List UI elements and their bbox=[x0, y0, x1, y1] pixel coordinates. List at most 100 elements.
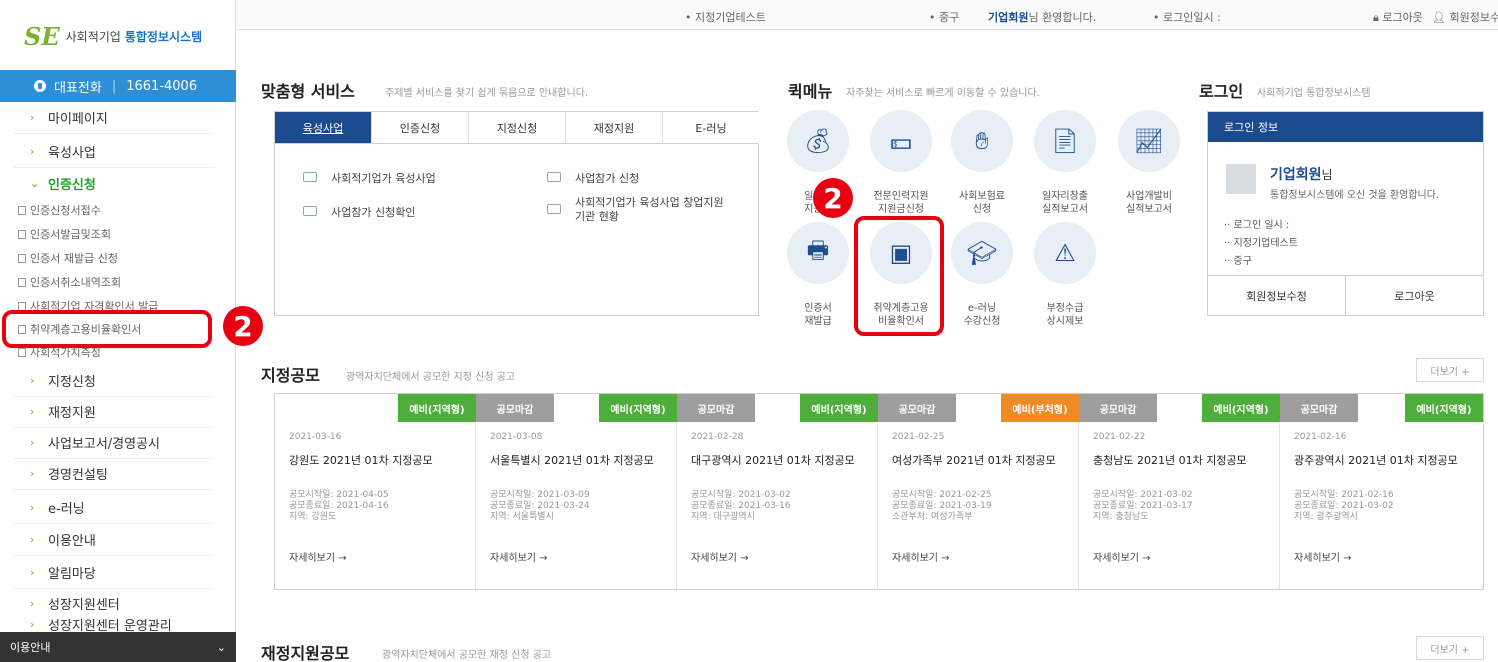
notice-card[interactable]: 예비(지역형) 2021-03-16 강원도 2021년 01차 지정공모 공모… bbox=[275, 394, 476, 589]
detail-link[interactable]: 자세히보기 → bbox=[892, 549, 950, 564]
sidebar-item-designation[interactable]: › 지정신청 bbox=[0, 369, 236, 391]
edit-profile-link[interactable]: 👤︎ 회원정보수정 bbox=[1432, 9, 1498, 25]
notice-meta-line: 지역: 서울특별시 bbox=[490, 512, 554, 522]
sidebar-item-certification[interactable]: ⌄ 인증신청 bbox=[0, 172, 236, 194]
quick-job-report[interactable]: 📄︎ 일자리창출 실적보고서 bbox=[1027, 110, 1103, 216]
phone-label: 대표전화 bbox=[54, 80, 102, 96]
sidebar-item-label: 이용안내 bbox=[48, 533, 96, 549]
notice-title: 강원도 2021년 01차 지정공모 bbox=[289, 454, 433, 467]
service-link[interactable]: 사업참가 신청확인 bbox=[303, 204, 415, 220]
sidebar-item-finance[interactable]: › 재정지원 bbox=[0, 400, 236, 422]
sidebar-sub-issue[interactable]: 인증서발급및조회 bbox=[18, 226, 111, 242]
notice-card-list: 예비(지역형) 2021-03-16 강원도 2021년 01차 지정공모 공모… bbox=[274, 393, 1484, 590]
logo[interactable]: SE 사회적기업 통합정보시스템 bbox=[24, 18, 202, 54]
sidebar-sub-label: 인증신청서접수 bbox=[30, 204, 101, 217]
quick-cert-reissue[interactable]: 🖶︎ 인증서 재발급 bbox=[780, 222, 856, 328]
notice-card[interactable]: 공모마감 예비(지역형) 2021-02-28 대구광역시 2021년 01차 … bbox=[677, 394, 878, 589]
tab-elearning[interactable]: E-러닝 bbox=[663, 112, 759, 144]
edit-profile-button[interactable]: 회원정보수정 bbox=[1208, 276, 1346, 315]
sidebar-sub-cancel[interactable]: 인증서취소내역조회 bbox=[18, 274, 121, 290]
quick-dev-report[interactable]: 📈︎ 사업개발비 실적보고서 bbox=[1111, 110, 1187, 216]
sidebar-sub-reissue[interactable]: 인증서 재발급 신청 bbox=[18, 250, 118, 266]
quick-label: 재발급 bbox=[804, 316, 832, 327]
notice-meta-line: 공모종료일: 2021-03-17 bbox=[1093, 501, 1193, 511]
chevron-down-icon: ⌄ bbox=[30, 176, 40, 190]
sidebar-sub-label: 인증서 재발급 신청 bbox=[30, 252, 118, 265]
detail-link[interactable]: 자세히보기 → bbox=[289, 549, 347, 564]
folder-icon bbox=[547, 172, 561, 182]
sidebar-item-mypage[interactable]: › 마이페이지 bbox=[0, 106, 236, 128]
service-link[interactable]: 사업참가 신청 bbox=[547, 170, 639, 186]
status-badge: 예비(지역형) bbox=[398, 394, 476, 422]
sidebar-item-notice[interactable]: › 알림마당 bbox=[0, 561, 236, 583]
service-link[interactable]: 사회적기업가 육성사업 창업지원기관 현황 bbox=[547, 196, 727, 224]
bullet-icon: › bbox=[30, 596, 35, 610]
logout-button[interactable]: 로그아웃 bbox=[1346, 276, 1483, 315]
detail-link[interactable]: 자세히보기 → bbox=[1294, 549, 1352, 564]
login-detail: ·· 중구 bbox=[1224, 256, 1252, 267]
divider bbox=[14, 523, 214, 524]
notice-card[interactable]: 공모마감 예비(지역형) 2021-02-16 광주광역시 2021년 01차 … bbox=[1280, 394, 1483, 589]
sidebar-item-elearning[interactable]: › e-러닝 bbox=[0, 496, 236, 518]
service-label: 사회적기업가 육성사업 bbox=[331, 172, 436, 185]
sidebar-item-growth-admin[interactable]: › 성장지원센터 운영관리 bbox=[0, 616, 236, 633]
sidebar-item-report[interactable]: › 사업보고서/경영공시 bbox=[0, 431, 236, 453]
tab-designation[interactable]: 지정신청 bbox=[469, 112, 566, 144]
login-desc: 사회적기업 통합정보시스템 bbox=[1257, 88, 1371, 99]
quick-label: 실적보고서 bbox=[1042, 204, 1088, 215]
sidebar-item-guide[interactable]: › 이용안내 bbox=[0, 528, 236, 550]
logout-link[interactable]: 🔒︎ 로그아웃 bbox=[1373, 9, 1423, 25]
quick-elearning[interactable]: 🎓︎ e-러닝 수강신청 bbox=[944, 222, 1020, 328]
sidebar-sub-label: 인증서발급및조회 bbox=[30, 228, 111, 241]
quick-fraud-report[interactable]: ⚠︎ 부정수급 상시제보 bbox=[1027, 222, 1103, 328]
divider bbox=[14, 133, 214, 134]
custom-service-panel: 육성사업 인증신청 지정신청 재정지원 E-러닝 사회적기업가 육성사업 사업참… bbox=[274, 111, 759, 316]
quick-expert-subsidy[interactable]: 💵︎ 전문인력지원 지원금신청 bbox=[863, 110, 939, 216]
status-badge: 예비(지역형) bbox=[800, 394, 878, 422]
more-button[interactable]: 더보기 + bbox=[1416, 358, 1484, 382]
notice-date: 2021-02-16 bbox=[1294, 432, 1347, 442]
sidebar-sub-apply[interactable]: 인증신청서접수 bbox=[18, 202, 101, 218]
notice-title: 대구광역시 2021년 01차 지정공모 bbox=[691, 454, 855, 467]
printer-icon: 🖶︎ bbox=[787, 222, 849, 284]
quick-insurance[interactable]: ✋︎ 사회보험료 신청 bbox=[944, 110, 1020, 216]
notice-card[interactable]: 공모마감 예비(지역형) 2021-03-08 서울특별시 2021년 01차 … bbox=[476, 394, 677, 589]
graduation-cap-icon: 🎓︎ bbox=[951, 222, 1013, 284]
tab-nurture[interactable]: 육성사업 bbox=[275, 112, 372, 144]
login-detail-line: 로그인 일시 : bbox=[1233, 220, 1290, 231]
detail-link[interactable]: 자세히보기 → bbox=[691, 549, 749, 564]
notice-card[interactable]: 공모마감 예비(부처형) 2021-02-25 여성가족부 2021년 01차 … bbox=[878, 394, 1079, 589]
hand-coin-icon: ✋︎ bbox=[951, 110, 1013, 172]
notice-title: 충청남도 2021년 01차 지정공모 bbox=[1093, 454, 1247, 467]
bullet-icon: › bbox=[30, 373, 35, 387]
notice-meta-line: 공모시작일: 2021-02-16 bbox=[1294, 490, 1394, 500]
status-badge: 예비(부처형) bbox=[1001, 394, 1079, 422]
more-button[interactable]: 더보기 + bbox=[1416, 636, 1484, 660]
login-detail: ·· 지정기업테스트 bbox=[1224, 238, 1298, 249]
notice-meta-line: 소관부처: 여성가족부 bbox=[892, 512, 973, 522]
divider bbox=[14, 555, 214, 556]
sidebar-item-growth[interactable]: › 성장지원센터 bbox=[0, 592, 236, 614]
sidebar-footer-dropdown[interactable]: 이용안내 ⌄ bbox=[0, 632, 236, 662]
tab-finance[interactable]: 재정지원 bbox=[566, 112, 663, 144]
notice-date: 2021-03-16 bbox=[289, 432, 342, 442]
service-link[interactable]: 사회적기업가 육성사업 bbox=[303, 170, 436, 186]
sidebar-item-label: 마이페이지 bbox=[48, 111, 108, 127]
sidebar-item-consulting[interactable]: › 경영컨설팅 bbox=[0, 462, 236, 484]
bullet-icon: › bbox=[30, 565, 35, 579]
login-time: • 로그인일시 : bbox=[1153, 11, 1221, 24]
document-icon bbox=[18, 277, 26, 287]
logo-prefix: 사회적기업 bbox=[65, 29, 121, 44]
detail-link[interactable]: 자세히보기 → bbox=[1093, 549, 1151, 564]
bullet-icon: › bbox=[30, 500, 35, 514]
notice-meta-line: 공모종료일: 2021-03-02 bbox=[1294, 501, 1394, 511]
org-name: • 지정기업테스트 bbox=[685, 11, 766, 24]
phone-icon bbox=[34, 80, 46, 92]
notice-meta-line: 공모시작일: 2021-03-02 bbox=[691, 490, 791, 500]
sidebar-item-nurture[interactable]: › 육성사업 bbox=[0, 140, 236, 162]
sidebar-item-label: 성장지원센터 bbox=[48, 597, 120, 613]
tab-certification[interactable]: 인증신청 bbox=[372, 112, 469, 144]
detail-link[interactable]: 자세히보기 → bbox=[490, 549, 548, 564]
divider bbox=[14, 427, 214, 428]
notice-card[interactable]: 공모마감 예비(지역형) 2021-02-22 충청남도 2021년 01차 지… bbox=[1079, 394, 1280, 589]
